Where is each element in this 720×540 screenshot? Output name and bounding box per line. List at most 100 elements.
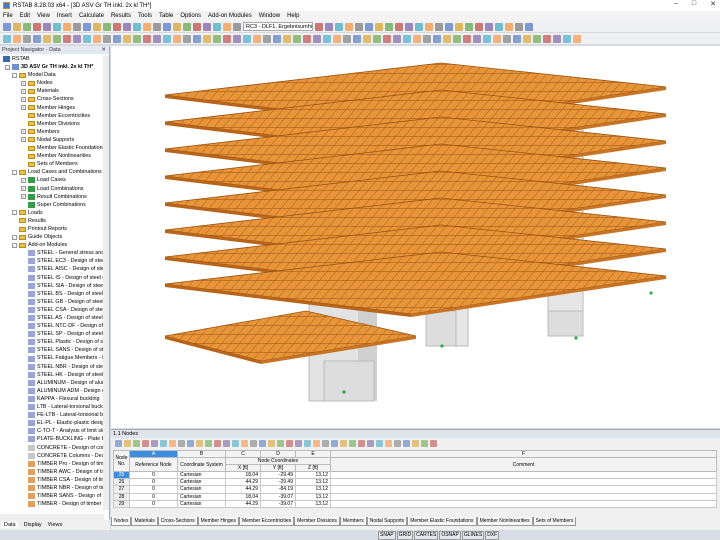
toolbar-button-icon[interactable] (23, 35, 31, 43)
tree-item[interactable]: +Load Cases (0, 176, 109, 184)
toolbar-button-icon[interactable] (445, 23, 453, 31)
toolbar-button-icon[interactable] (133, 35, 141, 43)
sheet-tab[interactable]: Member Eccentricities (239, 517, 294, 526)
tree-item[interactable]: +STEEL Fatigue Members - Fatigue design (0, 354, 109, 362)
toolbar-button-icon[interactable] (173, 23, 181, 31)
table-toolbar-icon[interactable] (403, 440, 410, 447)
toolbar-button-icon[interactable] (433, 35, 441, 43)
sheet-tab[interactable]: Materials (131, 517, 157, 526)
tree-item[interactable]: +Nodes (0, 79, 109, 87)
toolbar-button-icon[interactable] (163, 23, 171, 31)
tab-data[interactable]: Data (2, 522, 18, 528)
table-toolbar-icon[interactable] (268, 440, 275, 447)
toolbar-button-icon[interactable] (523, 35, 531, 43)
sheet-tab[interactable]: Sets of Members (533, 517, 577, 526)
tree-item[interactable]: +STEEL AS - Design of steel members (0, 314, 109, 322)
y-cell[interactable]: -39.07 (261, 493, 296, 500)
table-toolbar-icon[interactable] (277, 440, 284, 447)
toolbar-button-icon[interactable] (53, 35, 61, 43)
table-toolbar-icon[interactable] (187, 440, 194, 447)
toolbar-button-icon[interactable] (513, 35, 521, 43)
comment-cell[interactable] (331, 472, 717, 479)
sheet-tab[interactable]: Nodal Supports (367, 517, 407, 526)
toolbar-button-icon[interactable] (193, 23, 201, 31)
table-toolbar-icon[interactable] (304, 440, 311, 447)
expand-icon[interactable]: + (21, 105, 26, 110)
toolbar-button-icon[interactable] (383, 35, 391, 43)
menu-edit[interactable]: Edit (20, 13, 30, 19)
toolbar-button-icon[interactable] (495, 23, 503, 31)
tree-item[interactable]: +Materials (0, 87, 109, 95)
expand-icon[interactable]: + (21, 137, 26, 142)
tree-item[interactable]: +STEEL SP - Design of steel members (0, 330, 109, 338)
toolbar-button-icon[interactable] (263, 35, 271, 43)
tree-item[interactable]: +STEEL BS - Design of steel members (0, 290, 109, 298)
table-toolbar-icon[interactable] (133, 440, 140, 447)
ref-node-cell[interactable]: 0 (130, 479, 178, 486)
table-toolbar-icon[interactable] (286, 440, 293, 447)
toolbar-button-icon[interactable] (455, 23, 463, 31)
table-row[interactable]: 250Cartesian18.04-29.4913.12 (114, 472, 717, 479)
toolbar-button-icon[interactable] (363, 35, 371, 43)
menu-file[interactable]: File (3, 13, 13, 19)
x-cell[interactable]: 18.04 (226, 472, 261, 479)
z-cell[interactable]: 13.12 (296, 472, 331, 479)
toolbar-button-icon[interactable] (403, 35, 411, 43)
tree-item[interactable]: +ALUMINUM ADM - Design of aluminum membe… (0, 387, 109, 395)
toolbar-button-icon[interactable] (493, 35, 501, 43)
tree-root[interactable]: RSTAB (0, 55, 109, 63)
toolbar-button-icon[interactable] (485, 23, 493, 31)
toolbar-button-icon[interactable] (43, 23, 51, 31)
status-toggle-dxf[interactable]: DXF (485, 531, 499, 540)
toolbar-button-icon[interactable] (303, 35, 311, 43)
toolbar-button-icon[interactable] (423, 35, 431, 43)
table-toolbar-icon[interactable] (223, 440, 230, 447)
toolbar-button-icon[interactable] (243, 35, 251, 43)
toolbar-button-icon[interactable] (395, 23, 403, 31)
menu-calculate[interactable]: Calculate (79, 13, 104, 19)
x-cell[interactable]: 44.29 (226, 486, 261, 493)
tree-item[interactable]: +Nodal Supports (0, 136, 109, 144)
node-no-cell[interactable]: 28 (114, 493, 130, 500)
toolbar-button-icon[interactable] (33, 35, 41, 43)
toolbar-button-icon[interactable] (415, 23, 423, 31)
expand-icon[interactable]: - (12, 243, 17, 248)
table-toolbar-icon[interactable] (241, 440, 248, 447)
toolbar-button-icon[interactable] (525, 23, 533, 31)
toolbar-button-icon[interactable] (233, 35, 241, 43)
x-cell[interactable]: 44.29 (226, 479, 261, 486)
close-navigator-icon[interactable]: ✕ (101, 46, 106, 54)
menu-view[interactable]: View (37, 13, 50, 19)
tree-item[interactable]: +STEEL IS - Design of steel members (0, 274, 109, 282)
sheet-tab[interactable]: Members (340, 517, 367, 526)
collapse-icon[interactable]: - (5, 65, 10, 70)
toolbar-button-icon[interactable] (3, 35, 11, 43)
sheet-tab[interactable]: Nodes (111, 517, 131, 526)
toolbar-button-icon[interactable] (573, 35, 581, 43)
tree-item[interactable]: +TIMBER NBR - Design of timber members (0, 484, 109, 492)
tree-item[interactable]: +Member Hinges (0, 104, 109, 112)
table-toolbar-icon[interactable] (115, 440, 122, 447)
toolbar-button-icon[interactable] (483, 35, 491, 43)
tree-item[interactable]: +STEEL - General stress analysis (0, 249, 109, 257)
tree-item[interactable]: +LTB - Lateral-torsional buckling (0, 403, 109, 411)
structure-model[interactable] (111, 46, 720, 428)
tree-item[interactable]: +STEEL NTC-DF - Design of steel members (0, 322, 109, 330)
coord-sys-cell[interactable]: Cartesian (178, 493, 226, 500)
table-row[interactable]: 270Cartesian44.29-84.1913.12 (114, 486, 717, 493)
tree-item[interactable]: +TIMBER Pro - Design of timber members (0, 460, 109, 468)
table-toolbar-icon[interactable] (340, 440, 347, 447)
table-toolbar-icon[interactable] (430, 440, 437, 447)
toolbar-button-icon[interactable] (515, 23, 523, 31)
toolbar-button-icon[interactable] (143, 23, 151, 31)
table-toolbar-icon[interactable] (313, 440, 320, 447)
table-toolbar-icon[interactable] (124, 440, 131, 447)
toolbar-button-icon[interactable] (533, 35, 541, 43)
table-row[interactable]: 260Cartesian44.29-29.4913.12 (114, 479, 717, 486)
toolbar-button-icon[interactable] (475, 23, 483, 31)
tree-item[interactable]: -Model Data (0, 71, 109, 79)
tab-display[interactable]: Display (24, 522, 42, 528)
close-button[interactable]: ✕ (710, 0, 716, 8)
y-cell[interactable]: -84.19 (261, 486, 296, 493)
coord-sys-cell[interactable]: Cartesian (178, 500, 226, 507)
